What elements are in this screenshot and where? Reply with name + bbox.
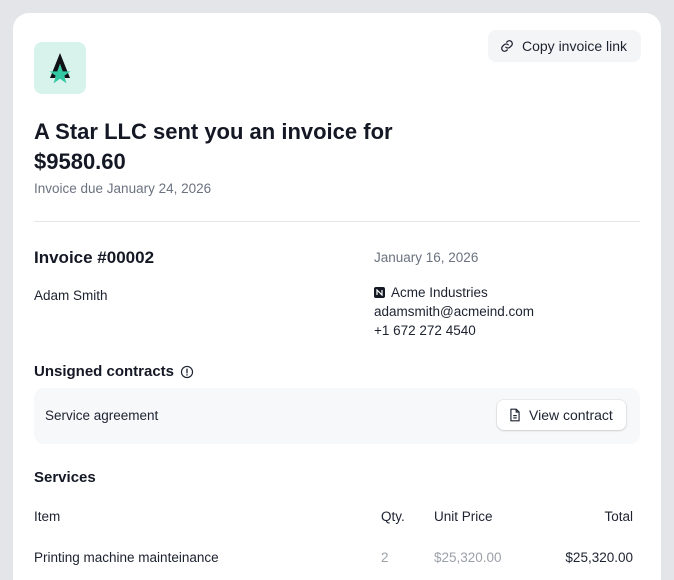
service-item-unit-price: $25,320.00 [434, 550, 502, 565]
column-header-qty: Qty. [381, 509, 405, 524]
copy-invoice-link-button[interactable]: Copy invoice link [488, 30, 642, 62]
contact-phone: +1 672 272 4540 [374, 323, 476, 338]
info-icon[interactable] [180, 365, 194, 379]
company-name: Acme Industries [391, 285, 488, 300]
invoice-number: Invoice #00002 [34, 248, 155, 267]
divider [34, 221, 640, 222]
link-icon [501, 40, 513, 52]
headline-amount: $9580.60 [34, 149, 126, 174]
invoice-card: Copy invoice link A Star LLC sent you an… [13, 13, 661, 580]
company-name-row: Acme Industries [374, 285, 488, 300]
contract-name: Service agreement [45, 408, 159, 423]
document-icon [510, 408, 520, 422]
services-heading: Services [34, 469, 96, 486]
headline-sender-text: A Star LLC sent you an invoice for [34, 119, 393, 144]
column-header-unit-price: Unit Price [434, 509, 493, 524]
company-logo [34, 42, 86, 94]
invoice-due-date: Invoice due January 24, 2026 [34, 181, 212, 196]
invoice-headline: A Star LLC sent you an invoice for $9580… [34, 117, 454, 177]
contact-email: adamsmith@acmeind.com [374, 304, 535, 319]
unsigned-contracts-title: Unsigned contracts [34, 363, 175, 380]
contract-row: Service agreement View contract [34, 388, 640, 444]
column-header-item: Item [34, 509, 61, 524]
service-item-qty: 2 [381, 550, 389, 565]
view-contract-button[interactable]: View contract [497, 400, 626, 430]
company-icon [374, 287, 385, 298]
window-frame: Copy invoice link A Star LLC sent you an… [0, 0, 674, 580]
unsigned-contracts-heading: Unsigned contracts [34, 363, 194, 380]
invoice-date: January 16, 2026 [374, 250, 479, 265]
a-star-logo-icon [49, 53, 71, 84]
copy-invoice-link-label: Copy invoice link [522, 38, 628, 54]
bill-to-name: Adam Smith [34, 288, 108, 303]
view-contract-label: View contract [529, 407, 613, 423]
service-item-name: Printing machine mainteinance [34, 550, 219, 565]
service-item-total: $25,320.00 [565, 550, 633, 565]
column-header-total: Total [604, 509, 633, 524]
